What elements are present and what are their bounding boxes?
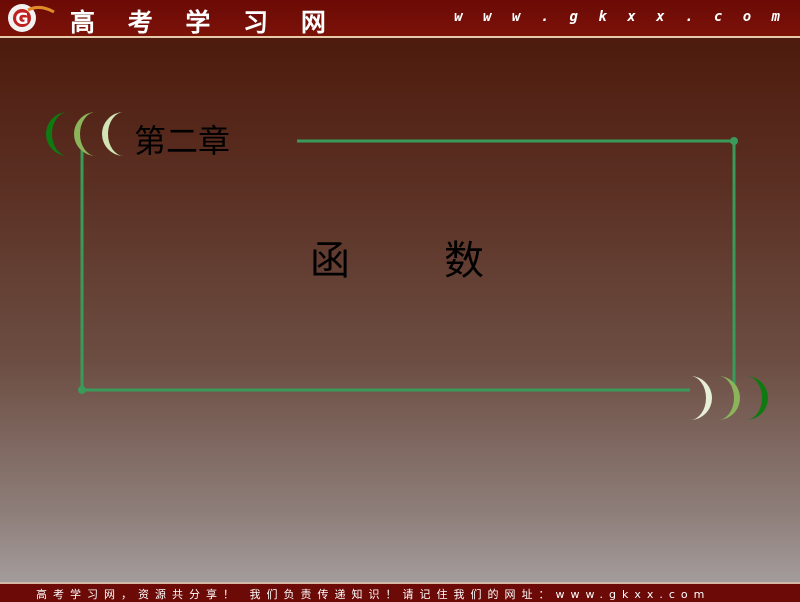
title-char-2: 数: [444, 238, 484, 284]
slide-frame: [46, 112, 768, 420]
frame-corner-dot: [78, 386, 86, 394]
footer-banner: 高考学习网，资源共分享！ 我们负责传递知识！请记住我们的网址：www.gkxx.…: [0, 582, 800, 602]
crescent-moons-icon: [690, 376, 768, 420]
title-char-1: 函: [310, 238, 350, 284]
crescent-moons-icon: [46, 112, 124, 156]
frame-corner-dot: [730, 137, 738, 145]
chapter-label: 第二章: [134, 122, 231, 160]
